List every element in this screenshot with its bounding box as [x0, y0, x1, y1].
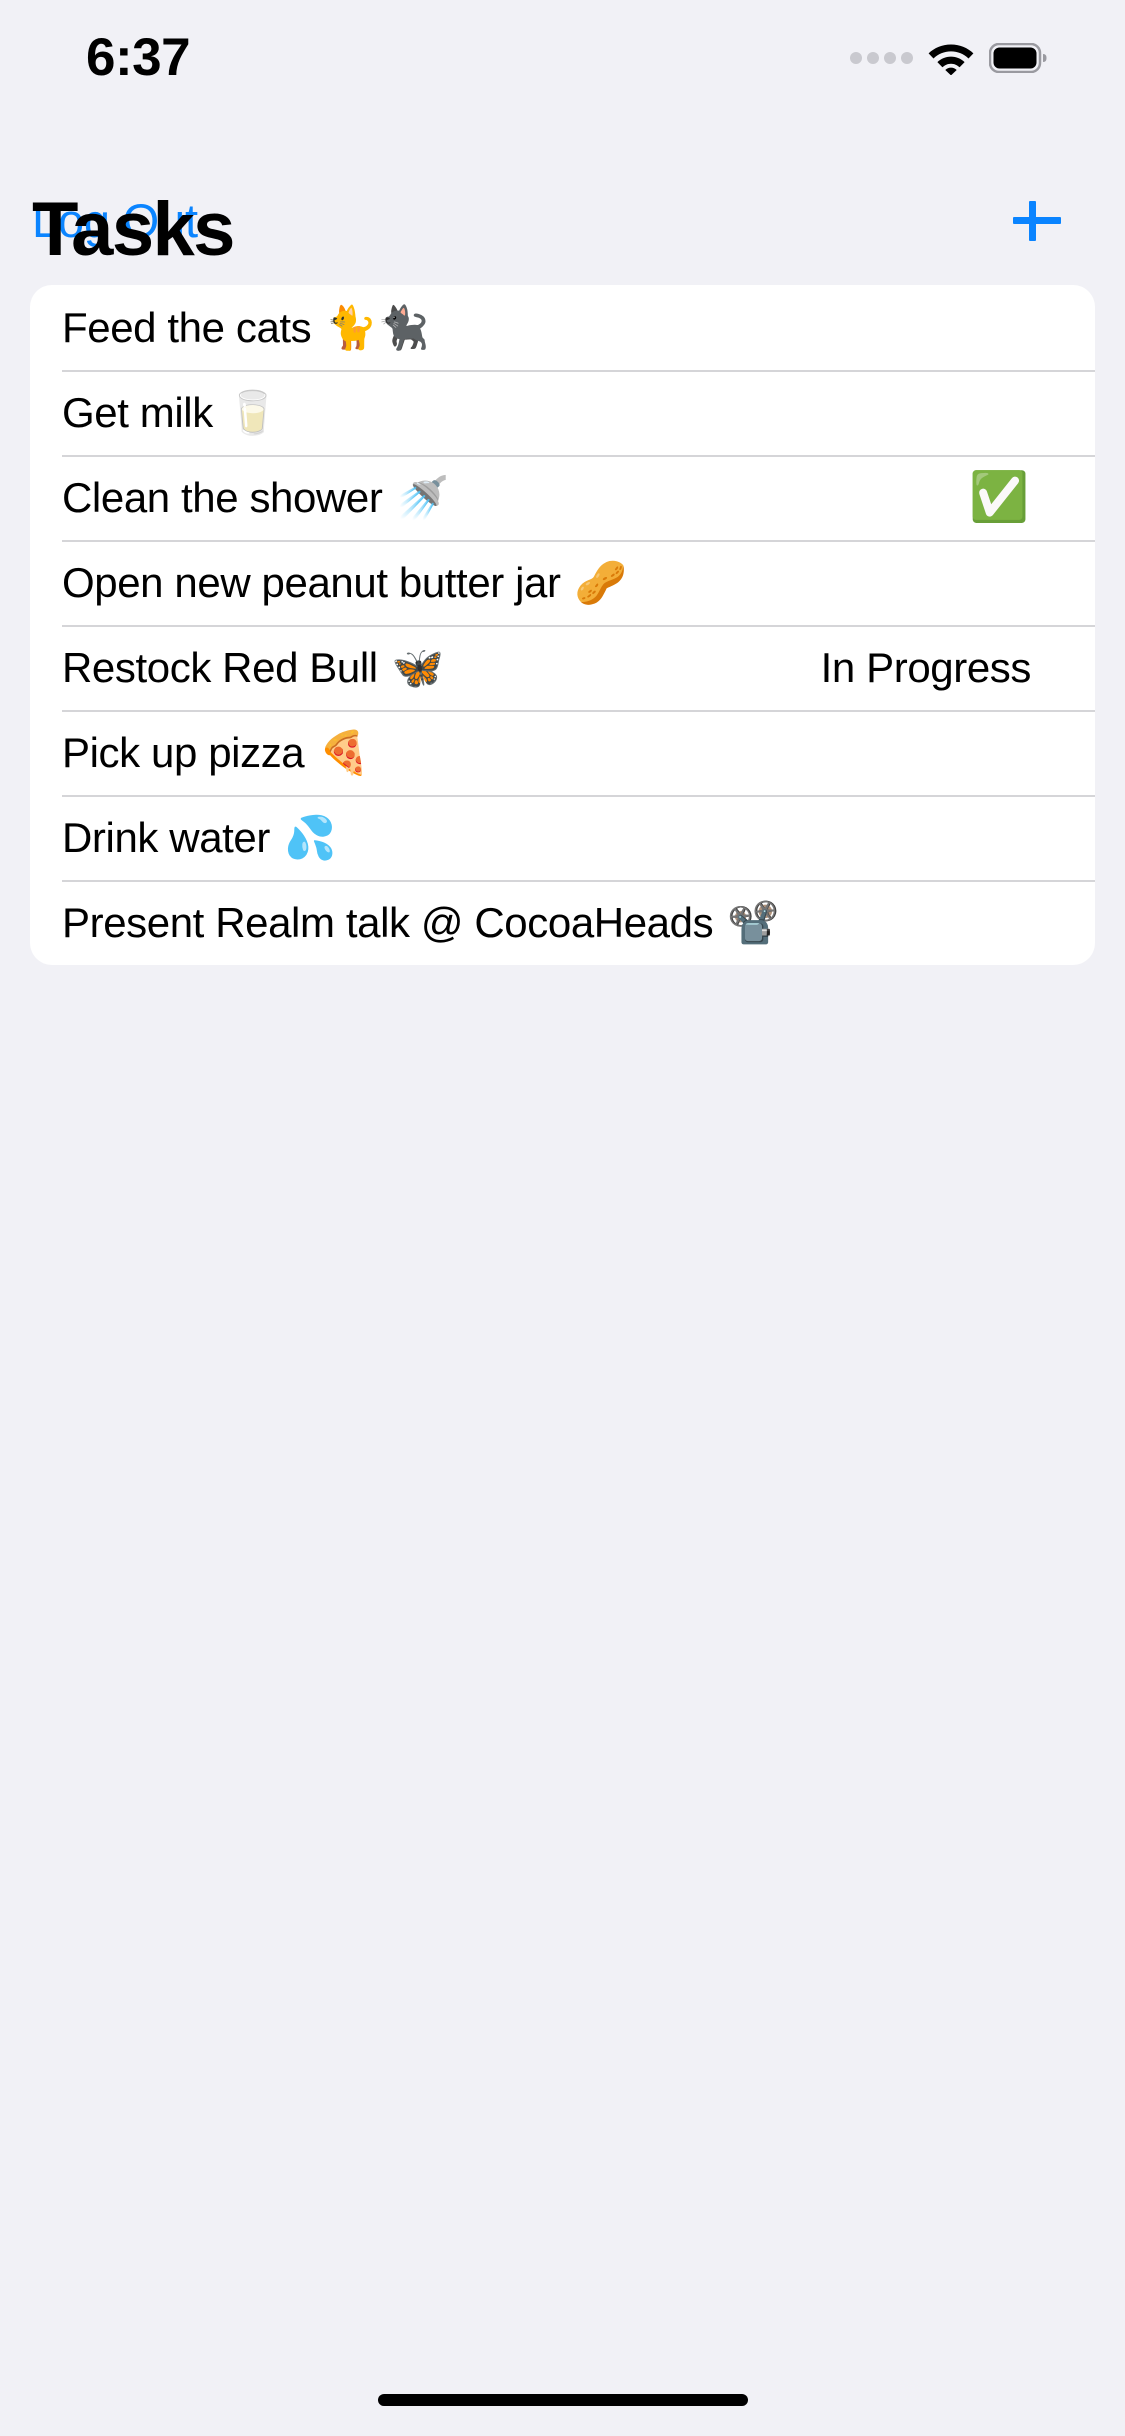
task-emoji-icon: 📽️: [727, 898, 780, 946]
signal-dots-icon: [850, 52, 913, 64]
task-title-text: Restock Red Bull: [62, 643, 378, 691]
task-row-title: Get milk 🥛: [62, 388, 279, 436]
task-row-title: Feed the cats 🐈🐈‍⬛: [62, 303, 430, 351]
wifi-icon: [928, 41, 974, 75]
task-emoji-icon: 🦋: [391, 643, 444, 691]
task-emoji-icon: 🥜: [574, 558, 627, 606]
task-row[interactable]: Drink water 💦: [30, 795, 1095, 880]
task-emoji-icon: 🥛: [226, 388, 279, 436]
task-completed-check-icon: ✅: [969, 470, 1029, 524]
task-row-title: Open new peanut butter jar 🥜: [62, 558, 627, 606]
status-bar-clock: 6:37: [86, 27, 191, 87]
task-emoji-icon: 💦: [283, 813, 336, 861]
task-emoji-icon: 🍕: [318, 728, 371, 776]
task-row[interactable]: Clean the shower 🚿 ✅: [30, 455, 1095, 540]
home-indicator[interactable]: [377, 2394, 748, 2406]
task-emoji-icon: 🚿: [396, 473, 449, 521]
task-title-text: Drink water: [62, 813, 270, 861]
task-row[interactable]: Get milk 🥛: [30, 370, 1095, 455]
status-bar: 6:37: [0, 0, 1125, 100]
task-row-title: Drink water 💦: [62, 813, 336, 861]
task-title-text: Present Realm talk @ CocoaHeads: [62, 898, 714, 946]
task-title-text: Get milk: [62, 388, 213, 436]
task-row[interactable]: Feed the cats 🐈🐈‍⬛: [30, 285, 1095, 370]
task-row[interactable]: Restock Red Bull 🦋 In Progress: [30, 625, 1095, 710]
add-task-button[interactable]: [1009, 192, 1065, 248]
task-title-text: Open new peanut butter jar: [62, 558, 561, 606]
task-title-text: Pick up pizza: [62, 728, 305, 776]
task-status-label: In Progress: [820, 643, 1032, 691]
task-emoji-icon: 🐈🐈‍⬛: [325, 303, 430, 351]
task-row-title: Clean the shower 🚿: [62, 473, 449, 521]
task-row[interactable]: Present Realm talk @ CocoaHeads 📽️: [30, 880, 1095, 965]
task-list: Feed the cats 🐈🐈‍⬛ Get milk 🥛 Clean the show…: [30, 285, 1095, 965]
task-row[interactable]: Open new peanut butter jar 🥜: [30, 540, 1095, 625]
task-row-title: Pick up pizza 🍕: [62, 728, 371, 776]
battery-full-icon: [989, 43, 1047, 73]
task-row-title: Restock Red Bull 🦋: [62, 643, 444, 691]
task-title-text: Feed the cats: [62, 303, 312, 351]
task-title-text: Clean the shower: [62, 473, 383, 521]
task-row[interactable]: Pick up pizza 🍕: [30, 710, 1095, 795]
page-title: Tasks: [32, 187, 235, 272]
status-bar-indicators: [850, 41, 1047, 75]
task-row-title: Present Realm talk @ CocoaHeads 📽️: [62, 898, 780, 946]
